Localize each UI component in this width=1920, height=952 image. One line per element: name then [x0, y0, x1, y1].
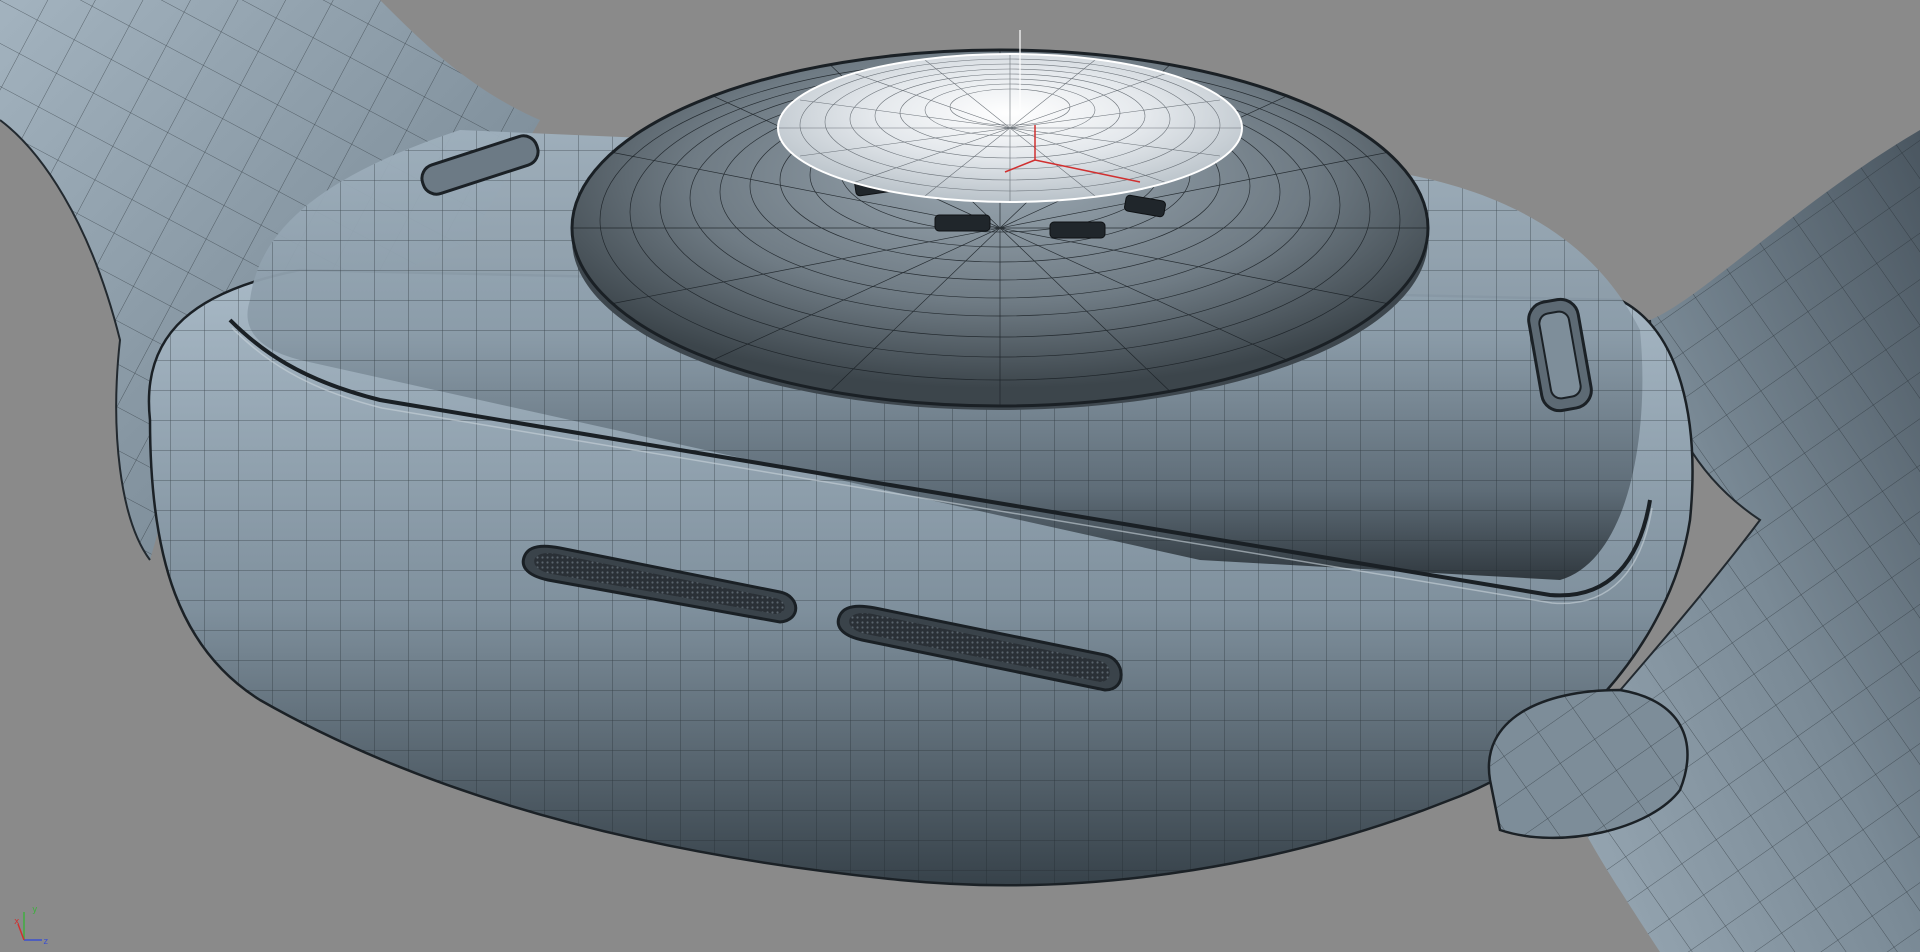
- axis-label-z: z: [43, 937, 48, 947]
- 3d-viewport[interactable]: y x z: [0, 0, 1920, 952]
- viewport-canvas[interactable]: y x z: [0, 0, 1920, 952]
- axis-label-y: y: [32, 905, 38, 915]
- axis-label-x: x: [14, 917, 20, 927]
